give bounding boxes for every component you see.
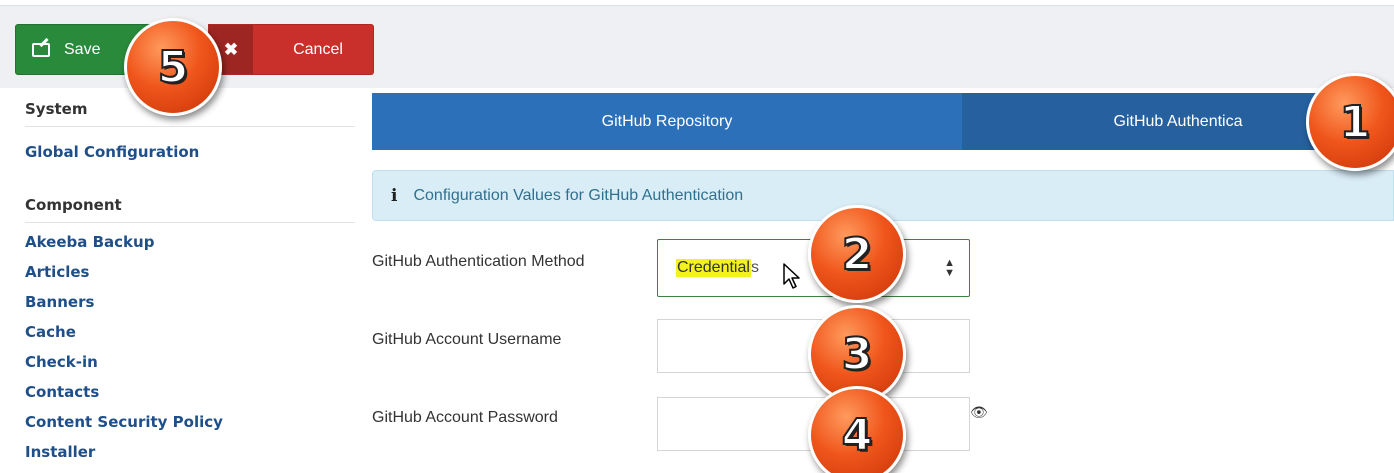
tab-bar: GitHub Repository GitHub Authentica <box>372 93 1394 150</box>
sidebar-heading-component: Component <box>25 196 355 223</box>
step-badge-5-number: 5 <box>157 41 190 94</box>
password-label: GitHub Account Password <box>372 409 558 426</box>
sidebar-item-check-in[interactable]: Check-in <box>25 352 223 372</box>
sidebar-item-installer[interactable]: Installer <box>25 442 223 462</box>
save-label: Save <box>64 40 101 58</box>
sidebar-item-akeeba-backup[interactable]: Akeeba Backup <box>25 232 223 252</box>
step-badge-3-number: 3 <box>841 328 874 381</box>
sidebar-item-articles[interactable]: Articles <box>25 262 223 282</box>
username-label: GitHub Account Username <box>372 331 562 348</box>
step-badge-5: 5 <box>124 18 222 116</box>
info-text: Configuration Values for GitHub Authenti… <box>413 186 744 204</box>
sidebar-item-contacts[interactable]: Contacts <box>25 382 223 402</box>
step-badge-4: 4 <box>808 386 906 473</box>
top-divider <box>0 5 1394 6</box>
sidebar-item-content-security-policy[interactable]: Content Security Policy <box>25 412 223 432</box>
edit-icon <box>32 42 50 57</box>
sidebar-item-banners[interactable]: Banners <box>25 292 223 312</box>
info-icon: i <box>391 185 398 206</box>
auth-method-value-rest: s <box>750 259 759 276</box>
step-badge-2: 2 <box>808 205 906 303</box>
mouse-cursor-icon <box>783 263 800 289</box>
sidebar-component-list: Akeeba Backup Articles Banners Cache Che… <box>25 232 223 472</box>
auth-method-value-highlight: Credential <box>676 259 751 277</box>
cancel-button[interactable]: ✖ Cancel <box>208 24 374 75</box>
step-badge-2-number: 2 <box>841 228 874 281</box>
sidebar-item-global-configuration[interactable]: Global Configuration <box>25 142 199 162</box>
cancel-label: Cancel <box>293 40 343 58</box>
select-caret-icon: ▲ ▼ <box>944 257 955 279</box>
step-badge-4-number: 4 <box>841 409 874 462</box>
tab-github-repository[interactable]: GitHub Repository <box>372 93 962 150</box>
auth-method-label: GitHub Authentication Method <box>372 253 585 270</box>
show-password-eye-icon[interactable]: 👁 <box>970 404 988 421</box>
step-badge-1-number: 1 <box>1339 96 1372 149</box>
sidebar-item-cache[interactable]: Cache <box>25 322 223 342</box>
step-badge-1: 1 <box>1306 73 1394 171</box>
